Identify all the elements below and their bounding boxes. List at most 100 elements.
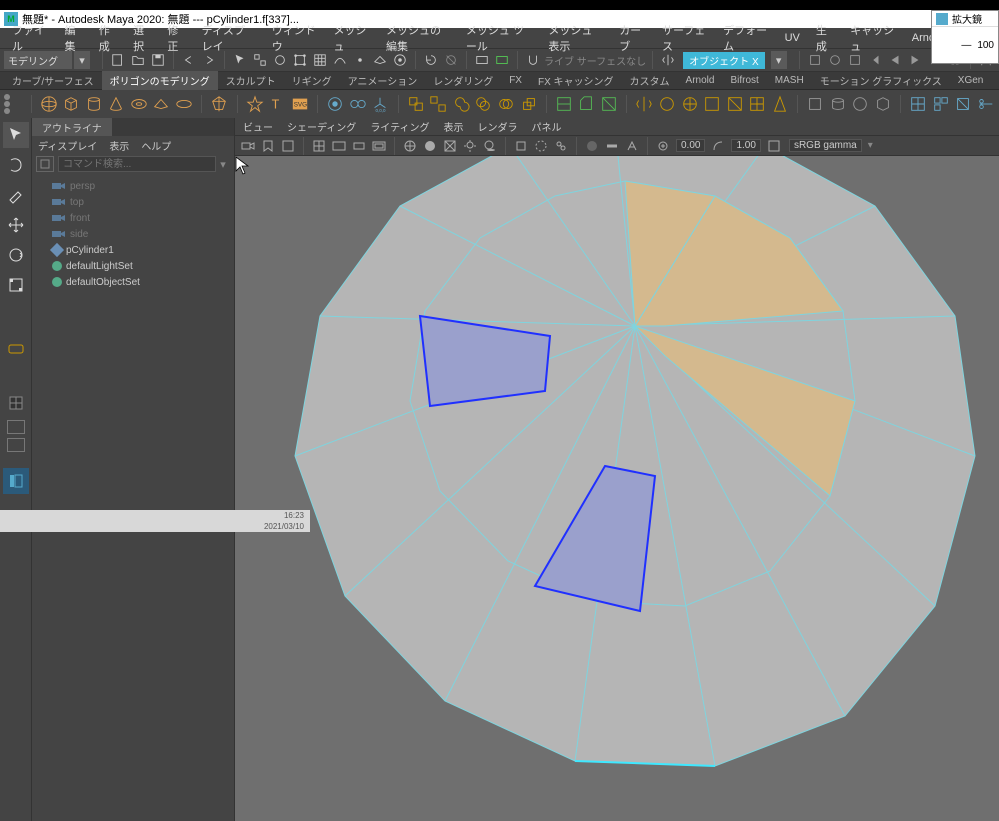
vp-lights-icon[interactable] bbox=[461, 137, 479, 155]
shelf-tab-fx[interactable]: FX bbox=[501, 73, 530, 88]
vp-bookmark-icon[interactable] bbox=[259, 137, 277, 155]
vp-ao-icon[interactable] bbox=[583, 137, 601, 155]
bool-inter-icon[interactable] bbox=[497, 94, 516, 114]
outliner-node-persp[interactable]: persp bbox=[32, 178, 234, 194]
vp-colorspace-dropdown[interactable]: sRGB gamma bbox=[789, 139, 862, 152]
toolbar-misc-icon[interactable] bbox=[806, 51, 824, 69]
vp-gamma-value[interactable]: 1.00 bbox=[731, 139, 760, 152]
shelf-tab-curves[interactable]: カーブ/サーフェス bbox=[4, 71, 102, 90]
playback-start-icon[interactable] bbox=[866, 51, 884, 69]
vp-grid-icon[interactable] bbox=[310, 137, 328, 155]
bool-diff-icon[interactable] bbox=[474, 94, 493, 114]
bevel-icon[interactable] bbox=[577, 94, 596, 114]
select-tool-icon[interactable] bbox=[3, 122, 29, 148]
snap-live-icon[interactable] bbox=[391, 51, 409, 69]
sym-toggle-icon[interactable] bbox=[659, 51, 677, 69]
poly-torus-icon[interactable] bbox=[130, 94, 149, 114]
combine-icon[interactable] bbox=[407, 94, 426, 114]
vp-menu-renderer[interactable]: レンダラ bbox=[478, 119, 518, 134]
poly-cylinder-icon[interactable] bbox=[85, 94, 104, 114]
vp-safe-icon[interactable] bbox=[370, 137, 388, 155]
snap-curve-icon[interactable] bbox=[331, 51, 349, 69]
vp-menu-lighting[interactable]: ライティング bbox=[370, 119, 429, 134]
layout-split-h-icon[interactable] bbox=[7, 420, 25, 434]
menu-curves[interactable]: カーブ bbox=[611, 20, 654, 56]
snap-plane-icon[interactable] bbox=[371, 51, 389, 69]
shelf-tab-sculpt[interactable]: スカルプト bbox=[218, 71, 284, 90]
redo-icon[interactable] bbox=[200, 51, 218, 69]
viewport-3d[interactable]: シンメトリ: オブジェクト X bbox=[235, 156, 999, 821]
workspace-dropdown-arrow-icon[interactable]: ▾ bbox=[74, 51, 90, 69]
shelf-toggle-icon[interactable] bbox=[4, 94, 23, 114]
search-scope-icon[interactable] bbox=[36, 156, 54, 172]
vp-isolate-icon[interactable] bbox=[512, 137, 530, 155]
layout-split-v-icon[interactable] bbox=[7, 438, 25, 452]
scale-tool-icon[interactable] bbox=[3, 272, 29, 298]
smooth-icon[interactable] bbox=[658, 94, 677, 114]
new-scene-icon[interactable] bbox=[109, 51, 127, 69]
vp-cam-select-icon[interactable] bbox=[239, 137, 257, 155]
platonic-icon[interactable] bbox=[210, 94, 229, 114]
uv-editor-icon[interactable] bbox=[909, 94, 928, 114]
shelf-tab-mograph[interactable]: モーション グラフィックス bbox=[812, 71, 950, 90]
bool-union-icon[interactable] bbox=[452, 94, 471, 114]
shelf-tab-rigging[interactable]: リギング bbox=[284, 71, 340, 90]
shelf-tab-rendering[interactable]: レンダリング bbox=[425, 71, 501, 90]
quadrangulate-icon[interactable] bbox=[748, 94, 767, 114]
history-icon[interactable] bbox=[422, 51, 440, 69]
select-hier-icon[interactable] bbox=[251, 51, 269, 69]
shelf-tab-polymodel[interactable]: ポリゴンのモデリング bbox=[102, 71, 218, 90]
snap-point-icon[interactable] bbox=[351, 51, 369, 69]
poly-disc-icon[interactable] bbox=[175, 94, 194, 114]
vp-menu-view[interactable]: ビュー bbox=[243, 119, 273, 134]
xyz-icon[interactable]: 0,0,0 bbox=[371, 94, 390, 114]
select-comp-icon[interactable] bbox=[291, 51, 309, 69]
ipr-icon[interactable] bbox=[493, 51, 511, 69]
vp-menu-show[interactable]: 表示 bbox=[444, 119, 464, 134]
outliner-tab[interactable]: アウトライナ bbox=[32, 118, 112, 137]
outliner-tree[interactable]: persp top front side pCylinder1 defaultL… bbox=[32, 174, 234, 821]
retopo-icon[interactable] bbox=[703, 94, 722, 114]
shelf-tab-custom[interactable]: カスタム bbox=[622, 71, 678, 90]
vp-gate-icon[interactable] bbox=[330, 137, 348, 155]
toolbar-misc-icon[interactable] bbox=[826, 51, 844, 69]
outliner-node-front[interactable]: front bbox=[32, 210, 234, 226]
outliner-node-side[interactable]: side bbox=[32, 226, 234, 242]
vp-motion-blur-icon[interactable] bbox=[603, 137, 621, 155]
poly-star-icon[interactable] bbox=[246, 94, 265, 114]
rotate-tool-icon[interactable] bbox=[3, 242, 29, 268]
outliner-menu-help[interactable]: ヘルプ bbox=[141, 138, 171, 153]
magnifier-titlebar[interactable]: 拡大鏡 bbox=[932, 11, 998, 27]
outliner-node-mesh[interactable]: pCylinder1 bbox=[32, 242, 234, 258]
outliner-node-lightset[interactable]: defaultLightSet bbox=[32, 258, 234, 274]
vp-exposure-value[interactable]: 0.00 bbox=[676, 139, 705, 152]
symmetry-mode-label[interactable]: オブジェクト X bbox=[683, 52, 764, 69]
undo-icon[interactable] bbox=[180, 51, 198, 69]
poly-cube-icon[interactable] bbox=[62, 94, 81, 114]
save-scene-icon[interactable] bbox=[149, 51, 167, 69]
outliner-node-top[interactable]: top bbox=[32, 194, 234, 210]
history-off-icon[interactable] bbox=[442, 51, 460, 69]
workspace-dropdown[interactable]: モデリング bbox=[4, 51, 72, 69]
vp-exposure-icon[interactable] bbox=[654, 137, 672, 155]
uv-unfold-icon[interactable] bbox=[954, 94, 973, 114]
uv-layout-icon[interactable] bbox=[931, 94, 950, 114]
multicut-icon[interactable] bbox=[600, 94, 619, 114]
vp-shaded-icon[interactable] bbox=[421, 137, 439, 155]
open-scene-icon[interactable] bbox=[129, 51, 147, 69]
dropdown-arrow-icon[interactable]: ▾ bbox=[868, 140, 873, 151]
extrude-icon[interactable] bbox=[519, 94, 538, 114]
shelf-tab-fxcache[interactable]: FX キャッシング bbox=[530, 71, 622, 90]
vp-menu-panels[interactable]: パネル bbox=[532, 119, 562, 134]
playback-rev-icon[interactable] bbox=[886, 51, 904, 69]
poly-plane-icon[interactable] bbox=[152, 94, 171, 114]
sym-mode-icon[interactable] bbox=[349, 94, 368, 114]
outliner-toggle-icon[interactable] bbox=[3, 468, 29, 494]
poly-type-icon[interactable]: T bbox=[268, 94, 287, 114]
magnifier-window[interactable]: 拡大鏡 — 100 bbox=[931, 10, 999, 64]
shelf-tab-bifrost[interactable]: Bifrost bbox=[722, 73, 766, 88]
shelf-tab-animation[interactable]: アニメーション bbox=[340, 71, 426, 90]
vp-wireframe-icon[interactable] bbox=[401, 137, 419, 155]
vp-aa-icon[interactable] bbox=[623, 137, 641, 155]
shelf-tab-mash[interactable]: MASH bbox=[767, 73, 812, 88]
